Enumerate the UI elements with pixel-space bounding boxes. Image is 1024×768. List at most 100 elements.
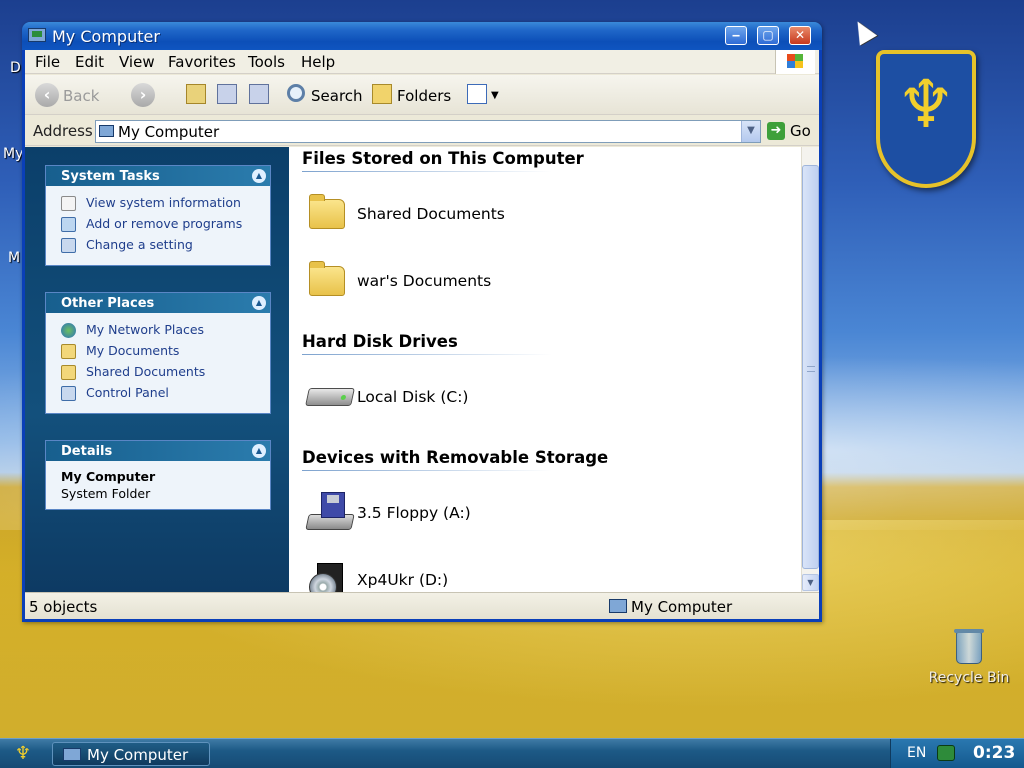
folder-icon — [309, 261, 345, 296]
back-arrow-icon[interactable]: ‹ — [35, 83, 59, 107]
desktop-icon-label-fragment[interactable]: M — [8, 250, 20, 266]
other-places-header[interactable]: Other Places ▲ — [46, 293, 270, 313]
item-wars-documents[interactable]: war's Documents — [307, 260, 607, 304]
details-header[interactable]: Details ▲ — [46, 441, 270, 461]
my-computer-icon — [99, 125, 114, 137]
close-button[interactable]: ✕ — [789, 26, 811, 45]
desktop-icon-label-fragment[interactable]: D — [10, 60, 21, 76]
go-button[interactable]: ➜ Go — [767, 122, 817, 142]
group-header-files: Files Stored on This Computer — [302, 149, 584, 168]
place-label: My Network Places — [86, 322, 205, 337]
go-label: Go — [790, 122, 811, 140]
place-label: Shared Documents — [86, 364, 206, 379]
folders-icon[interactable] — [372, 84, 392, 104]
my-computer-icon — [609, 599, 627, 613]
forward-button[interactable]: › — [131, 83, 155, 107]
menu-bar: File Edit View Favorites Tools Help — [25, 50, 819, 74]
up-folder-icon[interactable] — [186, 84, 206, 104]
go-arrow-icon: ➜ — [767, 122, 785, 140]
details-name: My Computer — [61, 469, 156, 484]
item-cd-drive-d[interactable]: Xp4Ukr (D:) — [307, 559, 607, 592]
group-divider — [302, 470, 552, 471]
system-tasks-title: System Tasks — [61, 169, 160, 184]
system-tasks-header[interactable]: System Tasks ▲ — [46, 166, 270, 186]
place-control-panel[interactable]: Control Panel — [61, 384, 270, 405]
maximize-button[interactable]: ▢ — [757, 26, 779, 45]
desktop-icon-label-fragment[interactable]: My — [3, 146, 23, 162]
item-label: Xp4Ukr (D:) — [357, 571, 449, 589]
item-shared-documents[interactable]: Shared Documents — [307, 193, 607, 237]
move-to-icon[interactable] — [217, 84, 237, 104]
recycle-bin-shortcut[interactable]: Recycle Bin — [924, 629, 1014, 686]
control-panel-icon — [61, 238, 76, 253]
collapse-chevron-icon[interactable]: ▲ — [252, 296, 266, 310]
place-label: My Documents — [86, 343, 180, 358]
start-button-trident-icon[interactable]: ♆ — [6, 742, 40, 766]
other-places-title: Other Places — [61, 296, 155, 311]
my-computer-icon — [28, 28, 46, 42]
recycle-bin-icon — [954, 629, 984, 664]
menu-view[interactable]: View — [119, 53, 155, 71]
place-my-documents[interactable]: My Documents — [61, 342, 270, 363]
menu-favorites[interactable]: Favorites — [168, 53, 236, 71]
place-shared-documents[interactable]: Shared Documents — [61, 363, 270, 384]
task-pane: System Tasks ▲ View system information A… — [25, 147, 289, 592]
title-bar[interactable]: My Computer ‒ ▢ ✕ — [22, 22, 822, 50]
minimize-button[interactable]: ‒ — [725, 26, 747, 45]
task-change-setting[interactable]: Change a setting — [61, 236, 270, 257]
other-places-panel: Other Places ▲ My Network Places My Docu… — [45, 292, 271, 414]
scroll-down-button[interactable]: ▼ — [802, 574, 819, 591]
group-header-removable: Devices with Removable Storage — [302, 448, 609, 467]
task-view-system-information[interactable]: View system information — [61, 194, 270, 215]
details-panel: Details ▲ My Computer System Folder — [45, 440, 271, 510]
vertical-scrollbar[interactable]: ▼ — [801, 147, 819, 592]
address-value: My Computer — [118, 123, 220, 141]
item-label: war's Documents — [357, 272, 492, 290]
address-input[interactable]: My Computer ▼ — [95, 120, 761, 143]
search-icon[interactable] — [287, 84, 305, 102]
address-dropdown-button[interactable]: ▼ — [741, 121, 760, 142]
my-computer-window: My Computer ‒ ▢ ✕ File Edit View Favorit… — [22, 22, 822, 622]
status-location: My Computer — [631, 598, 733, 616]
delete-icon[interactable] — [249, 84, 269, 104]
place-my-network-places[interactable]: My Network Places — [61, 321, 270, 342]
search-button-label[interactable]: Search — [311, 87, 363, 105]
item-local-disk-c[interactable]: Local Disk (C:) — [305, 376, 607, 420]
back-button-label[interactable]: Back — [63, 87, 99, 105]
add-remove-programs-icon — [61, 217, 76, 232]
group-divider — [302, 171, 552, 172]
address-label: Address — [33, 122, 93, 140]
folders-button-label[interactable]: Folders — [397, 87, 451, 105]
views-dropdown-chevron-icon[interactable]: ▼ — [491, 90, 499, 101]
window-title: My Computer — [52, 27, 160, 46]
floppy-drive-icon — [305, 492, 355, 536]
tray-app-icon[interactable] — [937, 745, 955, 761]
item-label: Shared Documents — [357, 205, 505, 223]
item-label: Local Disk (C:) — [357, 388, 469, 406]
status-bar: 5 objects My Computer — [25, 592, 819, 619]
trident-coat-of-arms-icon: ♆ — [876, 50, 976, 188]
menu-help[interactable]: Help — [301, 53, 335, 71]
collapse-chevron-icon[interactable]: ▲ — [252, 169, 266, 183]
menu-tools[interactable]: Tools — [248, 53, 285, 71]
taskbar-button-my-computer[interactable]: My Computer — [52, 742, 210, 766]
views-icon[interactable] — [467, 84, 487, 104]
task-add-remove-programs[interactable]: Add or remove programs — [61, 215, 270, 236]
task-label: Add or remove programs — [86, 216, 243, 231]
system-tasks-panel: System Tasks ▲ View system information A… — [45, 165, 271, 266]
window-body: File Edit View Favorites Tools Help ‹ Ba… — [25, 50, 819, 619]
my-documents-icon — [61, 344, 76, 359]
taskbar: ♆ My Computer EN 0:23 — [0, 738, 1024, 768]
toolbar: ‹ Back › Search Folders ▼ — [25, 75, 819, 115]
collapse-chevron-icon[interactable]: ▲ — [252, 444, 266, 458]
control-panel-icon — [61, 386, 76, 401]
language-indicator[interactable]: EN — [907, 745, 926, 761]
scrollbar-thumb[interactable] — [802, 165, 819, 569]
my-computer-icon — [63, 748, 81, 761]
clock[interactable]: 0:23 — [973, 743, 1015, 763]
menu-edit[interactable]: Edit — [75, 53, 104, 71]
menu-file[interactable]: File — [35, 53, 60, 71]
item-floppy-a[interactable]: 3.5 Floppy (A:) — [305, 492, 607, 536]
content-view: Files Stored on This Computer Shared Doc… — [289, 147, 801, 592]
cd-drive-icon — [309, 559, 353, 592]
